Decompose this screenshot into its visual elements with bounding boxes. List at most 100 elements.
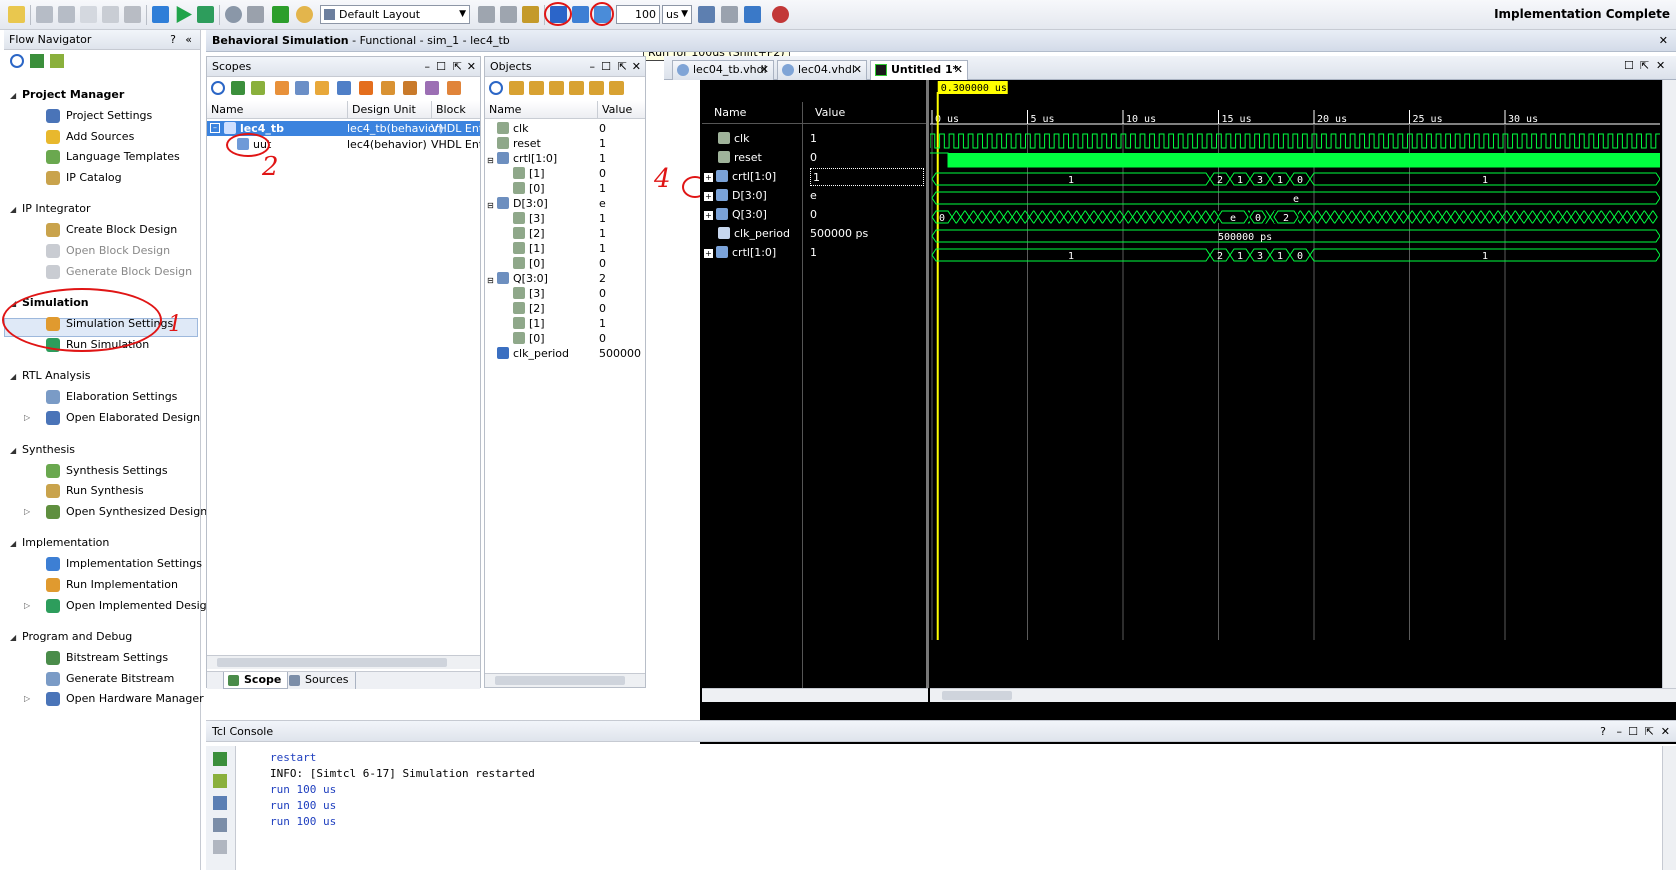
table-row[interactable]: [3] 1 — [485, 211, 645, 226]
table-row[interactable]: ⊟ Q[3:0] 2 — [485, 271, 645, 286]
run-time-unit-select[interactable]: us ▼ — [662, 5, 692, 24]
filter-package-icon[interactable] — [359, 81, 373, 95]
expand-icon[interactable]: ◢ — [10, 633, 16, 642]
float-icon[interactable]: ⇱ — [1640, 59, 1649, 72]
marker-icon[interactable] — [478, 6, 495, 23]
table-row[interactable]: reset 1 — [485, 136, 645, 151]
expand-icon[interactable]: ▷ — [24, 690, 30, 708]
sigma-report-icon[interactable] — [272, 6, 289, 23]
filter-input-icon[interactable] — [509, 81, 524, 95]
expand-icon[interactable]: ◢ — [10, 205, 16, 214]
search-icon[interactable] — [489, 81, 503, 95]
flow-item-run-synthesis[interactable]: Run Synthesis — [44, 482, 144, 500]
expand-icon[interactable]: + — [704, 211, 713, 220]
filter-constant-icon[interactable] — [589, 81, 604, 95]
scopes-hscroll[interactable] — [207, 655, 480, 669]
maximize-icon[interactable]: ☐ — [436, 57, 446, 76]
run-time-input[interactable]: 100 — [616, 5, 660, 24]
flow-section-project-manager[interactable]: Project Manager — [22, 88, 124, 101]
refresh-icon[interactable] — [447, 81, 461, 95]
scopes-col-name[interactable]: Name — [207, 101, 347, 119]
filter-assign-icon[interactable] — [337, 81, 351, 95]
flow-item-open-elaborated-design[interactable]: ▷ Open Elaborated Design — [24, 409, 200, 427]
run-all-icon[interactable] — [152, 6, 169, 23]
expand-all-icon[interactable] — [50, 54, 64, 68]
waveform-canvas[interactable]: 0 us 5 us 10 us 15 us 20 us 25 us 30 us0.30000… — [930, 80, 1660, 688]
expand-icon[interactable]: + — [704, 249, 713, 258]
float-icon[interactable]: ⇱ — [453, 57, 462, 76]
table-row[interactable]: [1] 1 — [485, 241, 645, 256]
wave-vscroll[interactable] — [1662, 80, 1676, 688]
close-icon[interactable]: ✕ — [1659, 30, 1668, 52]
flow-item-synthesis-settings[interactable]: Synthesis Settings — [44, 462, 168, 480]
table-row[interactable]: clk 0 — [485, 121, 645, 136]
break-icon[interactable] — [721, 6, 738, 23]
filter-internal-icon[interactable] — [569, 81, 584, 95]
flow-item-open-hardware-manager[interactable]: ▷ Open Hardware Manager — [24, 690, 204, 708]
search-icon[interactable] — [211, 81, 225, 95]
minimize-icon[interactable]: – — [590, 57, 596, 76]
close-icon[interactable]: ✕ — [853, 61, 862, 79]
run-all-sim-icon[interactable] — [572, 6, 589, 23]
table-row[interactable]: [0] 0 — [485, 256, 645, 271]
wave-signal-row[interactable]: clk — [718, 130, 749, 148]
filter-output-icon[interactable] — [529, 81, 544, 95]
flow-section-synthesis[interactable]: Synthesis — [22, 443, 75, 456]
expand-icon[interactable]: ◢ — [10, 539, 16, 548]
maximize-icon[interactable]: ☐ — [601, 57, 611, 76]
tools-icon[interactable] — [247, 6, 264, 23]
filter-variable-icon[interactable] — [609, 81, 624, 95]
filter-task-icon[interactable] — [425, 81, 439, 95]
wave-signal-row[interactable]: + crtl[1:0] — [704, 244, 776, 262]
expand-icon[interactable]: + — [704, 173, 713, 182]
tab-scope[interactable]: Scope — [223, 672, 289, 689]
close-icon[interactable]: ✕ — [1656, 59, 1665, 72]
table-row[interactable]: [3] 0 — [485, 286, 645, 301]
scroll-thumb[interactable] — [942, 691, 1012, 700]
flow-item-create-block-design[interactable]: Create Block Design — [44, 221, 177, 239]
table-row[interactable]: ⊟ D[3:0] e — [485, 196, 645, 211]
minimize-icon[interactable]: – — [1617, 721, 1623, 743]
flow-item-run-implementation[interactable]: Run Implementation — [44, 576, 178, 594]
filter-entity-icon[interactable] — [275, 81, 289, 95]
expand-icon[interactable]: + — [704, 192, 713, 201]
flow-item-open-block-design[interactable]: Open Block Design — [44, 242, 170, 260]
probe-icon[interactable] — [500, 6, 517, 23]
expand-icon[interactable]: ▷ — [24, 597, 30, 615]
copy-icon[interactable] — [80, 6, 97, 23]
tab-sources[interactable]: Sources — [285, 672, 356, 689]
table-row[interactable]: [0] 1 — [485, 181, 645, 196]
project-summary-icon[interactable] — [296, 6, 313, 23]
flow-section-ip-integrator[interactable]: IP Integrator — [22, 202, 90, 215]
wave-names-hscroll[interactable] — [702, 688, 928, 702]
tab-lec04[interactable]: lec04.vhdl ✕ — [777, 60, 867, 80]
flow-item-ip-catalog[interactable]: IP Catalog — [44, 169, 122, 187]
expand-icon[interactable]: ◢ — [10, 91, 16, 100]
objects-col-name[interactable]: Name — [485, 101, 597, 119]
settings-icon[interactable] — [225, 6, 242, 23]
wave-signal-row[interactable]: + Q[3:0] — [704, 206, 767, 224]
step-icon[interactable] — [197, 6, 214, 23]
filter-process-icon[interactable] — [315, 81, 329, 95]
flow-section-rtl-analysis[interactable]: RTL Analysis — [22, 369, 91, 382]
flow-item-bitstream-settings[interactable]: Bitstream Settings — [44, 649, 168, 667]
filter-block-icon[interactable] — [295, 81, 309, 95]
flow-section-implementation[interactable]: Implementation — [22, 536, 109, 549]
table-row[interactable]: ⊟ crtl[1:0] 1 — [485, 151, 645, 166]
flow-item-generate-block-design[interactable]: Generate Block Design — [44, 263, 192, 281]
collapse-all-icon[interactable] — [30, 54, 44, 68]
help-icon[interactable] — [772, 6, 789, 23]
collapse-icon[interactable]: – — [210, 123, 220, 133]
flow-item-language-templates[interactable]: Language Templates — [44, 148, 180, 166]
flow-item-add-sources[interactable]: Add Sources — [44, 128, 134, 146]
filter-inout-icon[interactable] — [549, 81, 564, 95]
expand-icon[interactable]: ◢ — [10, 446, 16, 455]
pause-output-icon[interactable] — [213, 796, 227, 810]
flow-item-elaboration-settings[interactable]: Elaboration Settings — [44, 388, 177, 406]
flow-item-generate-bitstream[interactable]: Generate Bitstream — [44, 670, 174, 688]
wave-col-value[interactable]: Value — [802, 102, 926, 124]
wave-signal-row[interactable]: + crtl[1:0] — [704, 168, 776, 186]
help-icon[interactable]: ? — [170, 30, 176, 49]
wave-hscroll[interactable] — [930, 688, 1676, 702]
wave-signal-row[interactable]: + D[3:0] — [704, 187, 767, 205]
